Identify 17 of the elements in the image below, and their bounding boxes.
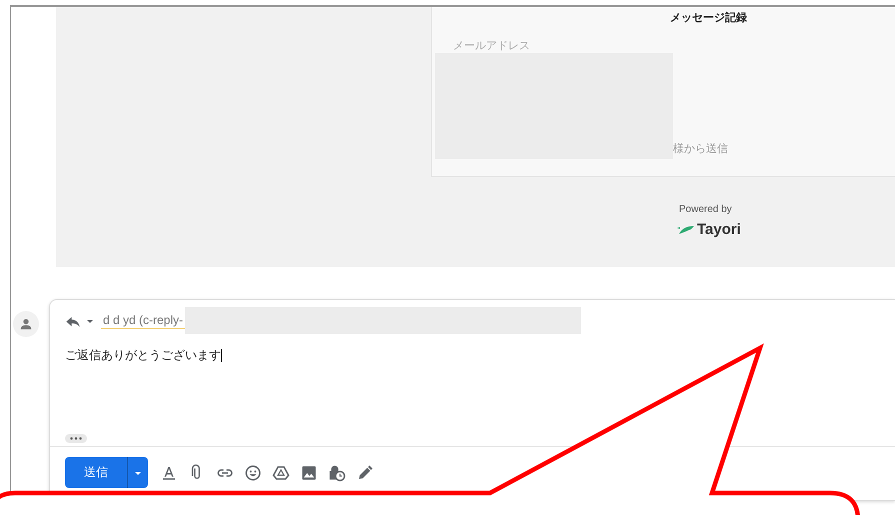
powered-by-text: Powered by	[679, 204, 732, 215]
emoji-icon[interactable]	[244, 464, 262, 482]
image-icon[interactable]	[300, 464, 318, 482]
field-label: メールアドレス	[453, 39, 530, 53]
sent-from-text: 様から送信	[673, 142, 728, 156]
lock-clock-icon[interactable]	[328, 464, 346, 482]
text-cursor	[221, 349, 222, 362]
person-icon	[19, 317, 33, 331]
send-options-button[interactable]	[127, 457, 148, 488]
message-body[interactable]: ご返信ありがとうございます	[65, 347, 221, 364]
pen-icon[interactable]	[356, 464, 374, 482]
triangle-icon[interactable]	[272, 464, 290, 482]
section-title: メッセージ記録	[670, 10, 747, 25]
leaf-icon	[677, 224, 695, 236]
brand-name: Tayori	[697, 221, 741, 238]
show-trimmed-button[interactable]	[65, 434, 87, 443]
send-button[interactable]: 送信	[65, 457, 127, 488]
